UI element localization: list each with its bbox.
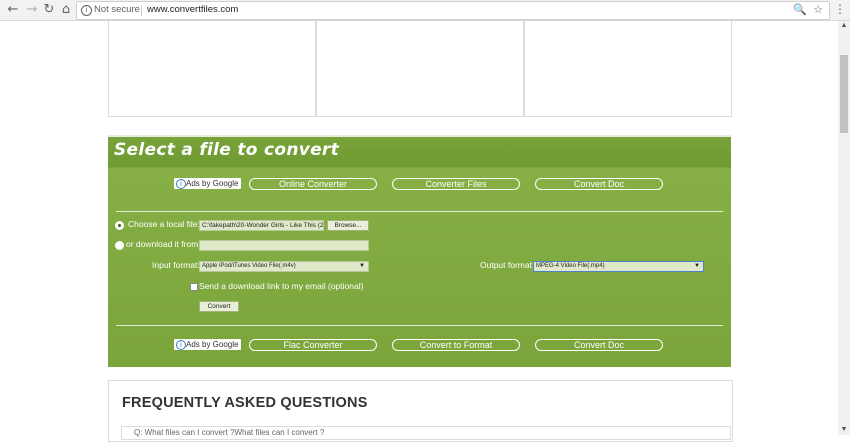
back-arrow-icon[interactable]: ← <box>5 2 21 18</box>
output-format-select[interactable]: MPEG-4 Video File(.mp4) ▼ <box>533 261 704 272</box>
browser-menu-icon[interactable]: ⋮ <box>834 2 846 16</box>
page-scrollbar[interactable]: ▲ ▼ <box>838 21 850 435</box>
chevron-down-icon: ▼ <box>359 263 365 269</box>
ad-slot-3 <box>524 21 732 117</box>
bookmark-star-icon[interactable]: ☆ <box>813 3 823 16</box>
local-file-input[interactable]: C:\fakepath\20-Wonder Girls - Like This … <box>199 220 324 231</box>
link-online-converter[interactable]: Online Converter <box>249 178 377 190</box>
ads-by-google-top[interactable]: i Ads by Google <box>174 178 242 189</box>
security-label[interactable]: Not secure <box>94 4 140 15</box>
address-bar[interactable]: i Not secure www.convertfiles.com 🔍 ☆ <box>76 1 830 20</box>
input-format-select[interactable]: Apple iPod/iTunes Video File(.m4v) ▼ <box>199 261 369 272</box>
faq-section: FREQUENTLY ASKED QUESTIONS Q: What files… <box>108 380 733 442</box>
divider-top <box>116 211 723 212</box>
link-convert-doc-bottom[interactable]: Convert Doc <box>535 339 663 351</box>
scroll-thumb[interactable] <box>840 55 848 133</box>
email-option-label: Send a download link to my email (option… <box>199 281 364 291</box>
output-format-label: Output format: <box>480 260 535 270</box>
adchoices-icon: i <box>176 340 186 350</box>
converter-panel: Select a file to convert i Ads by Google … <box>108 135 731 367</box>
convert-button[interactable]: Convert <box>199 301 239 312</box>
info-icon[interactable]: i <box>81 5 92 16</box>
zoom-icon[interactable]: 🔍 <box>793 3 807 16</box>
chevron-down-icon: ▼ <box>694 263 700 269</box>
divider-bottom <box>116 325 723 326</box>
local-file-radio[interactable] <box>115 221 124 230</box>
download-url-input[interactable] <box>199 240 369 251</box>
choose-local-label: Choose a local file: <box>128 219 200 229</box>
browse-button[interactable]: Browse... <box>327 220 369 231</box>
link-convert-doc-top[interactable]: Convert Doc <box>535 178 663 190</box>
faq-question-item[interactable]: Q: What files can I convert ?What files … <box>121 426 731 440</box>
input-format-value: Apple iPod/iTunes Video File(.m4v) <box>202 263 296 269</box>
address-divider <box>141 5 142 16</box>
reload-icon[interactable]: ↻ <box>41 2 57 18</box>
url-text[interactable]: www.convertfiles.com <box>147 4 238 15</box>
faq-title: FREQUENTLY ASKED QUESTIONS <box>122 395 368 411</box>
home-icon[interactable]: ⌂ <box>58 2 74 18</box>
ad-slot-1 <box>108 21 316 117</box>
link-flac-converter[interactable]: Flac Converter <box>249 339 377 351</box>
email-checkbox[interactable] <box>190 283 198 291</box>
link-converter-files[interactable]: Converter Files <box>392 178 520 190</box>
browser-toolbar: ← → ↻ ⌂ i Not secure www.convertfiles.co… <box>0 0 850 21</box>
adchoices-icon: i <box>176 179 186 189</box>
scroll-up-arrow-icon[interactable]: ▲ <box>838 21 850 31</box>
scroll-down-arrow-icon[interactable]: ▼ <box>838 425 850 435</box>
output-format-value: MPEG-4 Video File(.mp4) <box>536 263 605 269</box>
input-format-label: Input format: <box>152 260 200 270</box>
forward-arrow-icon[interactable]: → <box>24 2 40 18</box>
download-url-radio[interactable] <box>115 241 124 250</box>
ad-slot-2 <box>316 21 524 117</box>
link-convert-to-format[interactable]: Convert to Format <box>392 339 520 351</box>
ads-by-google-bottom[interactable]: i Ads by Google <box>174 339 242 350</box>
panel-title: Select a file to convert <box>114 140 340 160</box>
download-from-label: or download it from: <box>126 239 201 249</box>
